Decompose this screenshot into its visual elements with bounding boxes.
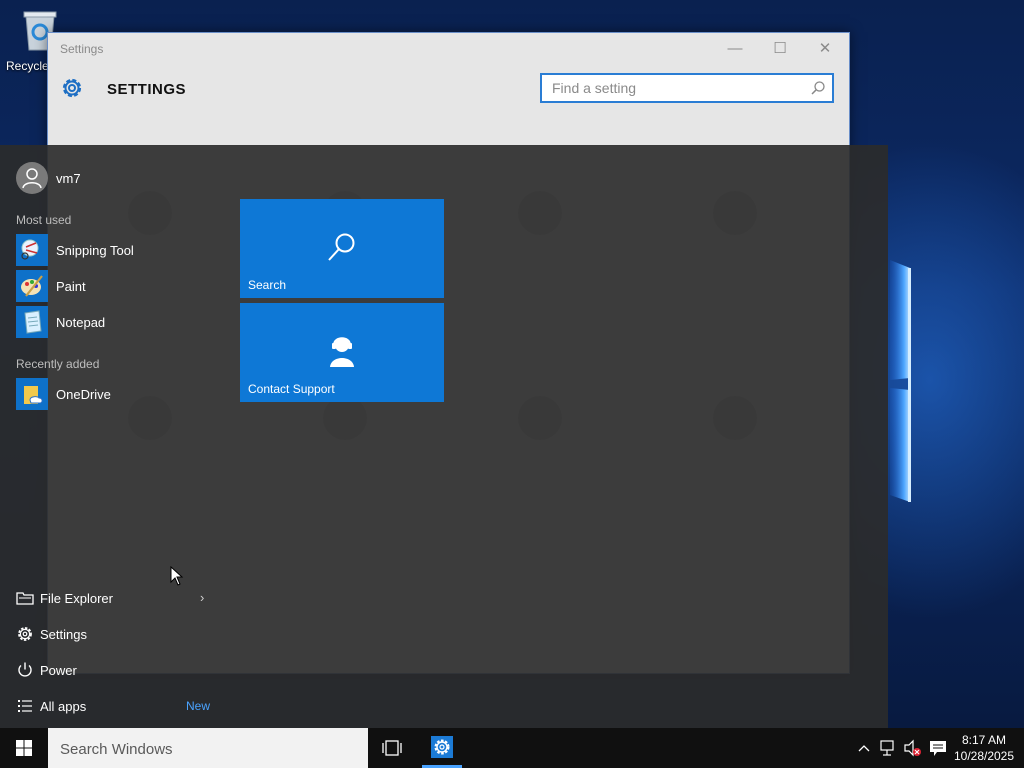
place-label: File Explorer [40,590,113,606]
find-setting-input[interactable] [542,75,807,101]
most-used-label: Most used [16,213,72,227]
taskbar-search-box[interactable] [48,728,368,768]
clock-date: 10/28/2025 [953,749,1015,763]
paint-icon [16,270,48,302]
tile-contact-support[interactable]: Contact Support [240,303,444,402]
task-view-icon [382,740,402,756]
app-label: Snipping Tool [56,242,134,258]
maximize-button[interactable]: ☐ [765,37,795,61]
user-account[interactable]: vm7 [16,162,81,194]
app-label: Notepad [56,314,106,330]
chevron-right-icon[interactable]: › [200,590,204,605]
close-button[interactable]: ✕ [810,37,840,61]
tile-label: Search [248,278,287,292]
gear-icon [62,78,82,98]
power-icon [18,662,32,677]
app-onedrive[interactable]: OneDrive [16,378,216,410]
all-apps-icon [18,700,32,712]
user-icon [22,168,42,189]
network-icon[interactable] [878,728,898,768]
volume-muted-icon[interactable] [902,728,924,768]
taskbar-settings-app[interactable] [422,728,462,768]
gear-icon [18,627,32,641]
gear-icon [431,736,453,758]
place-power[interactable]: Power [16,656,216,684]
app-paint[interactable]: Paint [16,270,216,302]
place-label: All apps [40,698,87,714]
app-label: OneDrive [56,386,111,402]
settings-header: Settings — ☐ ✕ SETTINGS [48,33,849,146]
app-snipping-tool[interactable]: Snipping Tool [16,234,216,266]
app-notepad[interactable]: Notepad [16,306,216,338]
start-button[interactable] [0,728,48,768]
mouse-cursor-icon [170,566,184,586]
snipping-tool-icon [16,234,48,266]
system-clock[interactable]: 8:17 AM 10/28/2025 [948,732,1020,764]
tile-search[interactable]: Search [240,199,444,298]
minimize-button[interactable]: — [720,37,750,61]
onedrive-icon [16,378,48,410]
avatar [16,162,48,194]
clock-time: 8:17 AM [961,733,1007,747]
place-settings[interactable]: Settings [16,620,216,648]
place-label: Power [40,662,77,678]
windows-logo-icon [16,740,32,756]
file-explorer-icon [16,592,34,605]
recently-added-label: Recently added [16,357,100,371]
taskbar: 8:17 AM 10/28/2025 [0,728,1024,768]
chevron-up-icon[interactable] [856,728,872,768]
user-name: vm7 [56,170,81,186]
window-title: Settings [60,42,104,56]
search-icon [328,233,355,261]
page-title: SETTINGS [107,81,187,98]
place-label: Settings [40,626,87,642]
tile-label: Contact Support [248,382,335,396]
new-badge: New [186,699,211,713]
place-file-explorer[interactable]: File Explorer [16,584,216,612]
search-icon[interactable] [810,80,826,96]
action-center-icon[interactable] [928,728,948,768]
taskbar-search-input[interactable] [48,728,362,768]
task-view-button[interactable] [372,728,412,768]
contact-support-icon [330,337,354,367]
notepad-icon [16,306,48,338]
find-setting-search[interactable] [540,73,834,103]
app-label: Paint [56,278,86,294]
start-menu: vm7 Most used Snipping Tool Paint Notepa… [0,145,888,728]
